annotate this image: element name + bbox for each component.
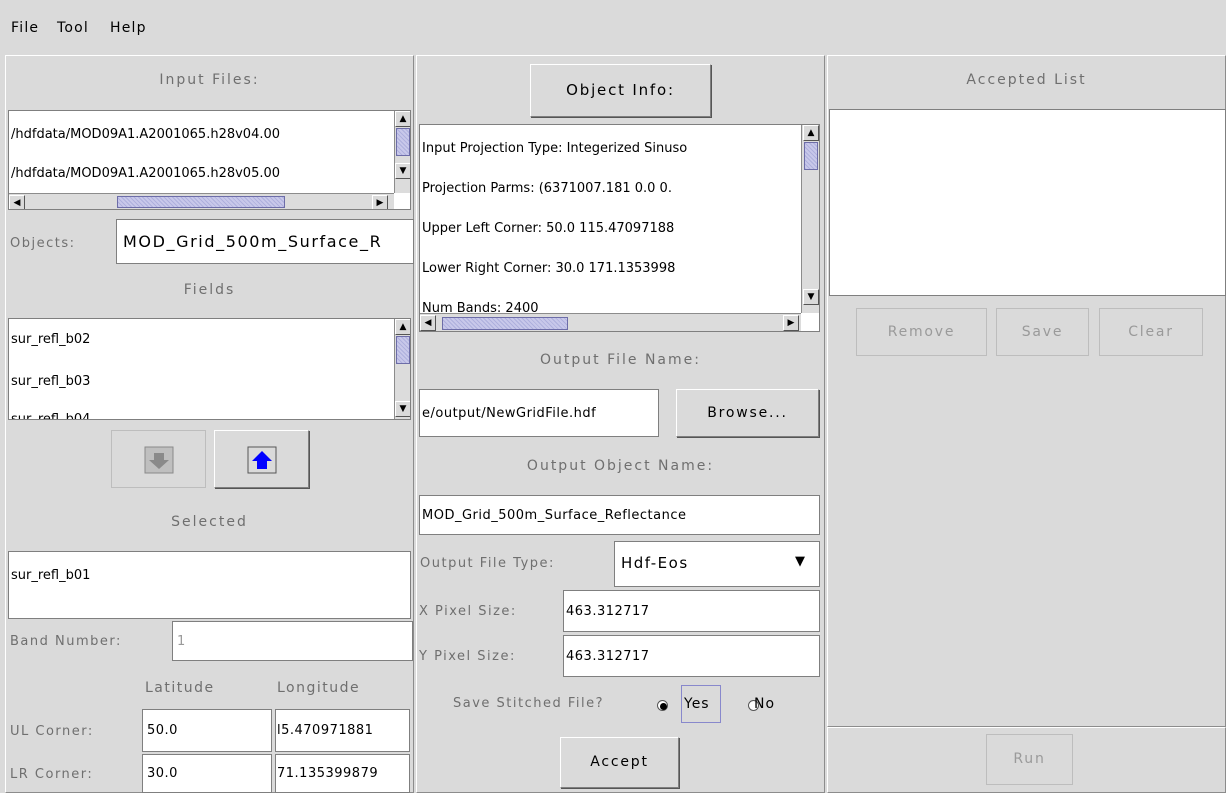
scroll-down-icon[interactable]: ▼ (803, 289, 819, 305)
accepted-list[interactable] (829, 109, 1226, 296)
scroll-down-icon[interactable]: ▼ (395, 163, 410, 179)
move-down-button[interactable] (111, 430, 206, 488)
scroll-up-icon[interactable]: ▲ (395, 111, 410, 127)
info-vscroll[interactable]: ▲ ▼ (801, 125, 819, 313)
fields-vscroll[interactable]: ▲ ▼ (394, 319, 410, 419)
x-pixel-size-input[interactable] (563, 590, 820, 632)
menu-bar: File Tool Help (0, 0, 1226, 54)
y-pixel-size-input[interactable] (563, 635, 820, 677)
scroll-thumb[interactable] (396, 128, 410, 156)
clear-button[interactable]: Clear (1099, 308, 1203, 356)
object-info-text[interactable]: Input Projection Type: Integerized Sinus… (419, 124, 820, 332)
scroll-up-icon[interactable]: ▲ (395, 319, 410, 335)
scroll-right-icon[interactable]: ▶ (783, 315, 799, 331)
browse-button[interactable]: Browse... (676, 389, 819, 437)
objects-label: Objects: (10, 236, 76, 251)
output-file-name-input[interactable] (419, 389, 659, 437)
field-item[interactable]: sur_refl_b04 (11, 412, 90, 419)
longitude-label: Longitude (277, 680, 361, 696)
selected-title: Selected (171, 514, 248, 530)
input-files-title: Input Files: (159, 72, 260, 88)
band-number-label: Band Number: (10, 634, 122, 649)
run-button[interactable]: Run (986, 734, 1073, 785)
save-button[interactable]: Save (996, 308, 1089, 356)
info-line: Lower Right Corner: 30.0 171.1353998 (422, 261, 676, 276)
y-pixel-size-label: Y Pixel Size: (419, 649, 516, 664)
info-line: Input Projection Type: Integerized Sinus… (422, 141, 688, 156)
scroll-thumb[interactable] (804, 142, 818, 170)
input-file-item[interactable]: /hdfdata/MOD09A1.A2001065.h28v04.00 (11, 127, 280, 142)
field-item[interactable]: sur_refl_b02 (11, 332, 90, 347)
menu-file[interactable]: File (11, 20, 39, 36)
scroll-thumb[interactable] (442, 317, 568, 330)
object-info-button[interactable]: Object Info: (530, 64, 711, 117)
output-object-name-title: Output Object Name: (526, 458, 715, 474)
lr-latitude-input[interactable] (142, 754, 272, 793)
input-files-hscroll[interactable]: ◀ ▶ (9, 193, 394, 209)
menu-help[interactable]: Help (110, 20, 147, 36)
band-number-input[interactable] (172, 621, 413, 661)
fields-list[interactable]: sur_refl_b02 sur_refl_b03 sur_refl_b04 ▲… (8, 318, 411, 420)
scroll-thumb[interactable] (396, 336, 410, 364)
scroll-right-icon[interactable]: ▶ (372, 195, 388, 209)
output-file-name-title: Output File Name: (540, 352, 701, 368)
arrow-down-icon (144, 446, 173, 474)
lr-corner-label: LR Corner: (10, 767, 94, 782)
info-line: Upper Left Corner: 50.0 115.47097188 (422, 221, 675, 236)
scroll-down-icon[interactable]: ▼ (395, 401, 410, 417)
selected-item[interactable]: sur_refl_b01 (11, 568, 90, 583)
ul-longitude-input[interactable] (275, 709, 410, 752)
fields-title: Fields (183, 282, 236, 298)
input-files-vscroll[interactable]: ▲ ▼ (394, 111, 410, 193)
remove-button[interactable]: Remove (856, 308, 987, 356)
no-label[interactable]: No (754, 696, 775, 712)
arrow-up-icon (247, 446, 276, 474)
accept-button[interactable]: Accept (560, 737, 679, 788)
yes-radio[interactable] (657, 700, 668, 711)
info-line: Projection Parms: (6371007.181 0.0 0. (422, 181, 672, 196)
input-files-list[interactable]: /hdfdata/MOD09A1.A2001065.h28v04.00 /hdf… (8, 110, 411, 210)
output-file-type-value: Hdf-Eos (621, 554, 689, 572)
latitude-label: Latitude (145, 680, 215, 696)
move-up-button[interactable] (214, 430, 309, 488)
objects-select[interactable]: MOD_Grid_500m_Surface_R (116, 219, 414, 264)
selected-list[interactable]: sur_refl_b01 (8, 551, 411, 619)
scroll-thumb[interactable] (117, 196, 285, 208)
yes-label[interactable]: Yes (684, 696, 710, 712)
info-hscroll[interactable]: ◀ ▶ (420, 313, 801, 331)
ul-corner-label: UL Corner: (10, 724, 94, 739)
field-item[interactable]: sur_refl_b03 (11, 374, 90, 389)
accepted-list-title: Accepted List (966, 72, 1087, 88)
output-object-name-input[interactable] (419, 495, 820, 535)
chevron-down-icon: ▼ (795, 554, 807, 569)
scroll-up-icon[interactable]: ▲ (803, 125, 819, 141)
ul-latitude-input[interactable] (142, 709, 272, 752)
x-pixel-size-label: X Pixel Size: (419, 604, 517, 619)
menu-tool[interactable]: Tool (57, 20, 89, 36)
lr-longitude-input[interactable] (275, 754, 410, 793)
input-file-item[interactable]: /hdfdata/MOD09A1.A2001065.h28v05.00 (11, 166, 280, 181)
save-stitched-label: Save Stitched File? (453, 696, 605, 711)
scroll-left-icon[interactable]: ◀ (420, 315, 436, 331)
scroll-left-icon[interactable]: ◀ (9, 195, 25, 209)
output-file-type-select[interactable]: Hdf-Eos ▼ (614, 541, 820, 587)
output-file-type-label: Output File Type: (420, 556, 555, 571)
